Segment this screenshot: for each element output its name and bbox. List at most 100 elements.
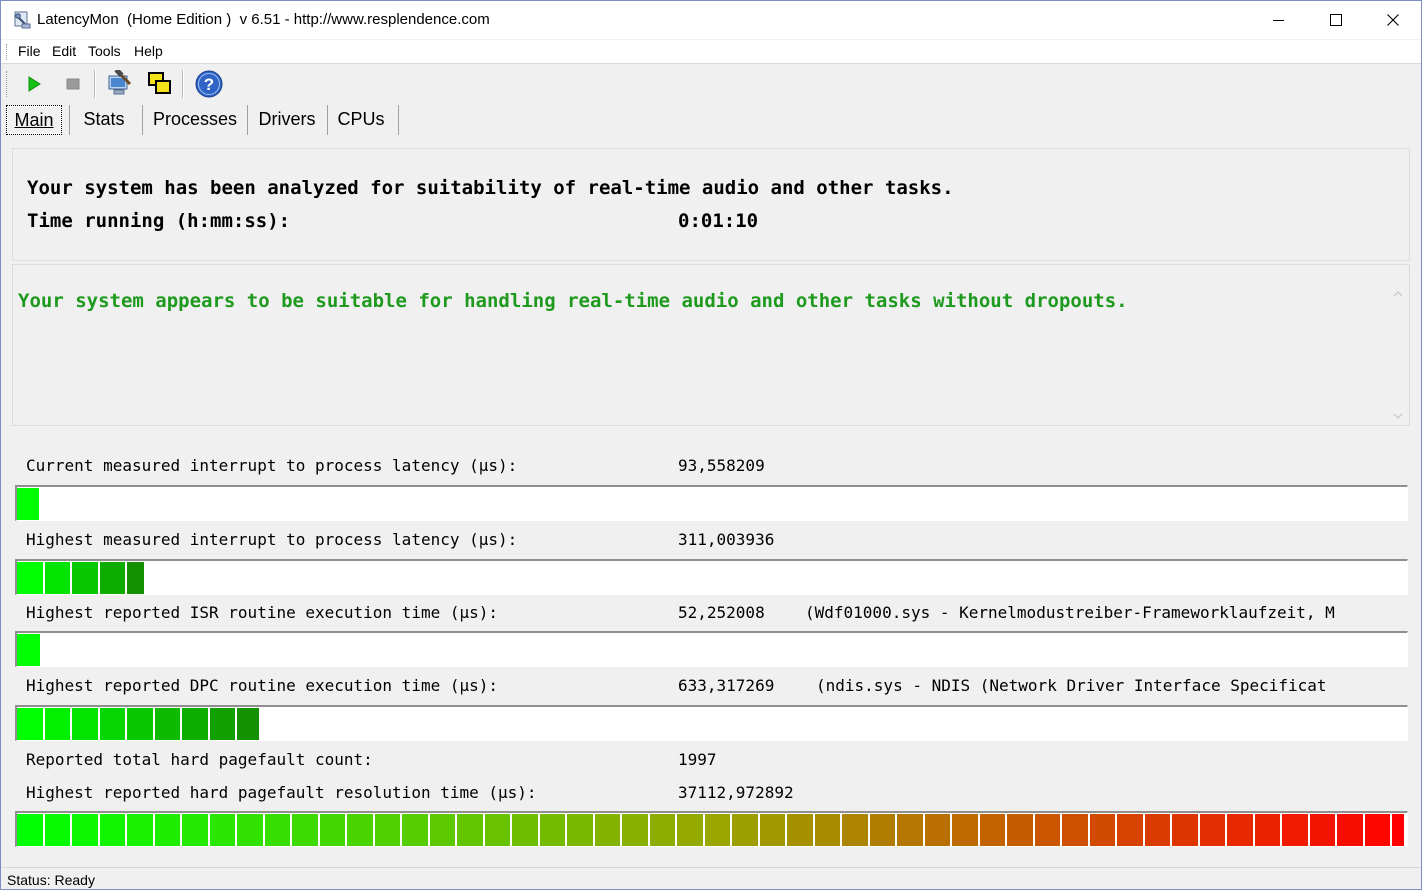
tab-cpus-label: CPUs bbox=[337, 109, 385, 129]
bar-segment bbox=[1144, 814, 1172, 846]
menu-file[interactable]: File bbox=[18, 43, 41, 59]
bar-segment bbox=[154, 708, 182, 740]
help-button[interactable]: ? bbox=[194, 69, 224, 99]
bar-segment bbox=[1227, 814, 1255, 846]
bar-segment bbox=[17, 814, 45, 846]
scroll-up-icon bbox=[1393, 291, 1403, 297]
highest-latency-value: 311,003936 bbox=[678, 530, 775, 549]
play-icon bbox=[28, 76, 41, 92]
bar-segment bbox=[594, 814, 622, 846]
isr-bar-fill bbox=[17, 634, 42, 666]
dpc-label: Highest reported DPC routine execution t… bbox=[26, 676, 499, 695]
bar-segment bbox=[237, 708, 262, 740]
menu-grip bbox=[6, 44, 9, 60]
bar-segment bbox=[732, 814, 760, 846]
close-icon bbox=[1387, 14, 1399, 26]
bar-segment bbox=[484, 814, 512, 846]
current-latency-bar-fill bbox=[17, 488, 41, 520]
tab-main[interactable]: Main bbox=[6, 105, 62, 135]
pagefault-time-bar-fill bbox=[17, 814, 1406, 846]
tab-drivers[interactable]: Drivers bbox=[251, 105, 323, 135]
bar-segment bbox=[1309, 814, 1337, 846]
isr-label: Highest reported ISR routine execution t… bbox=[26, 603, 499, 622]
bar-segment bbox=[209, 814, 237, 846]
tab-strip: Main Stats Processes Drivers CPUs bbox=[1, 103, 1421, 137]
bar-segment bbox=[1199, 814, 1227, 846]
bar-segment bbox=[1172, 814, 1200, 846]
windows-button[interactable] bbox=[145, 69, 175, 99]
highest-latency-bar bbox=[15, 559, 1408, 595]
bar-segment bbox=[99, 562, 127, 594]
toolbar-grip bbox=[6, 71, 9, 97]
tab-divider bbox=[327, 105, 328, 135]
menu-help[interactable]: Help bbox=[134, 43, 163, 59]
analyzed-text: Your system has been analyzed for suitab… bbox=[27, 177, 954, 199]
metrics-panel: Current measured interrupt to process la… bbox=[12, 429, 1410, 863]
bar-segment bbox=[127, 562, 147, 594]
dpc-driver: (ndis.sys - NDIS (Network Driver Interfa… bbox=[816, 676, 1327, 695]
bar-segment bbox=[759, 814, 787, 846]
bar-segment bbox=[99, 708, 127, 740]
menu-tools[interactable]: Tools bbox=[88, 43, 121, 59]
bar-segment bbox=[99, 814, 127, 846]
tab-stats[interactable]: Stats bbox=[73, 105, 135, 135]
minimize-button[interactable] bbox=[1251, 1, 1307, 39]
pagefault-count-value: 1997 bbox=[678, 750, 717, 769]
bar-segment bbox=[44, 562, 72, 594]
bar-segment bbox=[787, 814, 815, 846]
bar-segment bbox=[44, 708, 72, 740]
pagefault-count-label: Reported total hard pagefault count: bbox=[26, 750, 373, 769]
tab-cpus[interactable]: CPUs bbox=[331, 105, 391, 135]
bar-segment bbox=[17, 708, 45, 740]
start-button[interactable] bbox=[19, 69, 49, 99]
bar-segment bbox=[374, 814, 402, 846]
pagefault-time-value: 37112,972892 bbox=[678, 783, 794, 802]
bar-segment bbox=[264, 814, 292, 846]
bar-segment bbox=[1034, 814, 1062, 846]
verdict-scrollbar[interactable] bbox=[1389, 287, 1407, 423]
bar-segment bbox=[72, 562, 100, 594]
bar-segment bbox=[677, 814, 705, 846]
bar-segment bbox=[429, 814, 457, 846]
verdict-message: Your system appears to be suitable for h… bbox=[18, 290, 1128, 312]
highest-latency-bar-fill bbox=[17, 562, 147, 594]
bar-segment bbox=[979, 814, 1007, 846]
tab-drivers-label: Drivers bbox=[258, 109, 316, 129]
stop-button[interactable] bbox=[58, 69, 88, 99]
bar-segment bbox=[72, 708, 100, 740]
bar-segment bbox=[17, 488, 41, 520]
bar-segment bbox=[842, 814, 870, 846]
bar-segment bbox=[237, 814, 265, 846]
verdict-panel: Your system appears to be suitable for h… bbox=[12, 264, 1410, 426]
bar-segment bbox=[347, 814, 375, 846]
isr-driver: (Wdf01000.sys - Kernelmodustreiber-Frame… bbox=[805, 603, 1335, 622]
bar-segment bbox=[44, 814, 72, 846]
tab-processes-label: Processes bbox=[152, 109, 238, 129]
highest-latency-label: Highest measured interrupt to process la… bbox=[26, 530, 518, 549]
stop-icon bbox=[66, 78, 80, 90]
current-latency-value: 93,558209 bbox=[678, 456, 765, 475]
title-bar: LatencyMon (Home Edition ) v 6.51 - http… bbox=[1, 1, 1421, 39]
bar-segment bbox=[154, 814, 182, 846]
bar-segment bbox=[622, 814, 650, 846]
bar-segment bbox=[814, 814, 842, 846]
pagefault-time-label: Highest reported hard pagefault resoluti… bbox=[26, 783, 537, 802]
toolbar-separator bbox=[182, 70, 184, 98]
computer-tools-button[interactable] bbox=[105, 69, 135, 99]
tab-processes[interactable]: Processes bbox=[147, 105, 243, 135]
close-button[interactable] bbox=[1365, 1, 1421, 39]
tab-divider bbox=[398, 105, 399, 135]
bar-segment bbox=[1254, 814, 1282, 846]
bar-segment bbox=[127, 708, 155, 740]
maximize-icon bbox=[1330, 14, 1342, 26]
dpc-bar-fill bbox=[17, 708, 262, 740]
bar-segment bbox=[1117, 814, 1145, 846]
status-bar: Status: Ready bbox=[1, 867, 1421, 889]
bar-segment bbox=[704, 814, 732, 846]
menu-edit[interactable]: Edit bbox=[52, 43, 76, 59]
bar-segment bbox=[869, 814, 897, 846]
menu-bar: File Edit Tools Help bbox=[1, 40, 1421, 64]
maximize-button[interactable] bbox=[1308, 1, 1364, 39]
bar-segment bbox=[209, 708, 237, 740]
bar-segment bbox=[127, 814, 155, 846]
